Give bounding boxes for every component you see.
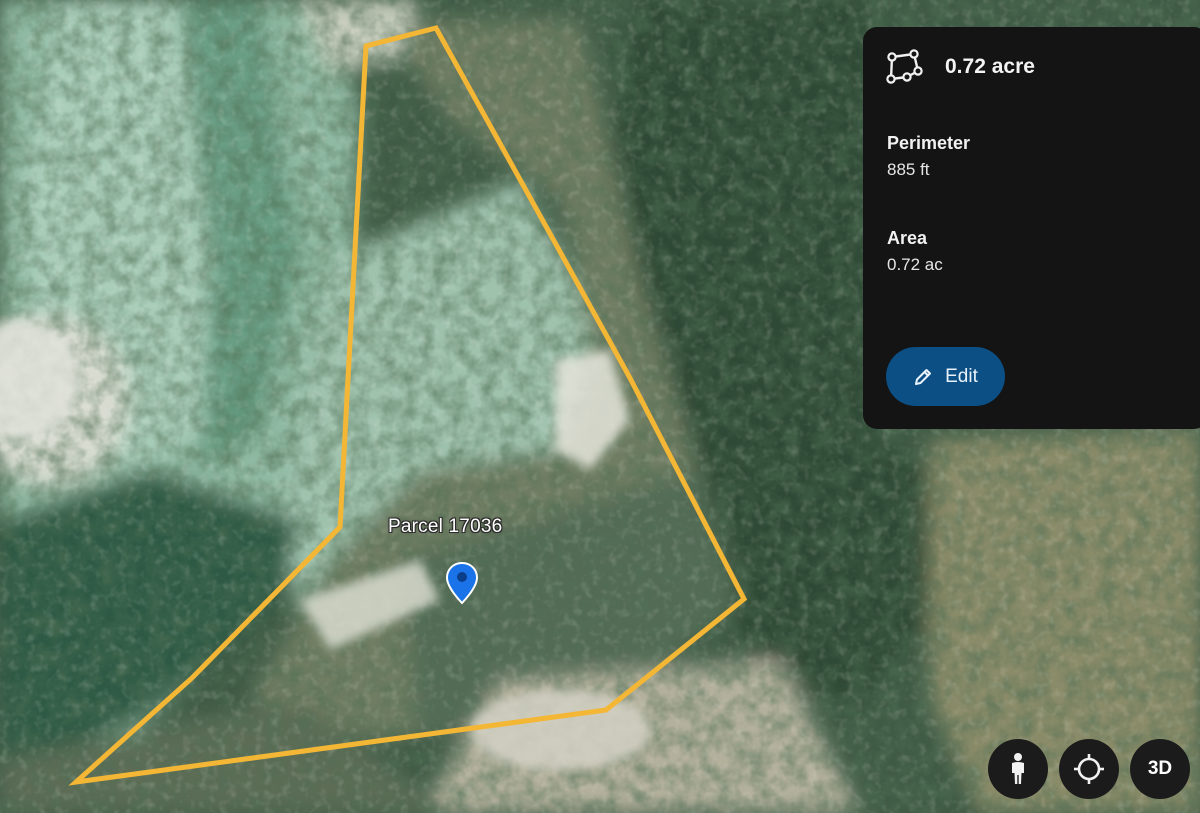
crosshair-icon bbox=[1074, 754, 1104, 784]
edit-button[interactable]: Edit bbox=[886, 347, 1005, 406]
3d-label: 3D bbox=[1147, 758, 1173, 779]
location-pin-icon[interactable] bbox=[445, 561, 479, 605]
panel-header: 0.72 acre bbox=[885, 49, 1035, 85]
my-location-button[interactable] bbox=[1059, 739, 1119, 799]
measurement-panel: 0.72 acre Perimeter 885 ft Area 0.72 ac … bbox=[863, 27, 1200, 429]
parcel-label[interactable]: Parcel 17036 bbox=[388, 516, 502, 538]
area-stat: Area 0.72 ac bbox=[887, 228, 943, 275]
pencil-icon bbox=[915, 368, 932, 385]
polygon-measure-icon bbox=[886, 49, 923, 84]
area-value: 0.72 ac bbox=[887, 255, 943, 274]
perimeter-value: 885 ft bbox=[887, 160, 930, 179]
edit-label: Edit bbox=[945, 365, 978, 387]
street-view-button[interactable] bbox=[988, 739, 1048, 799]
perimeter-label: Perimeter bbox=[887, 133, 971, 153]
pegman-icon bbox=[1012, 753, 1024, 784]
area-title: 0.72 acre bbox=[945, 55, 1035, 78]
area-label: Area bbox=[887, 228, 928, 248]
perimeter-stat: Perimeter 885 ft bbox=[887, 133, 970, 180]
3d-toggle-button[interactable]: 3D bbox=[1130, 739, 1190, 799]
